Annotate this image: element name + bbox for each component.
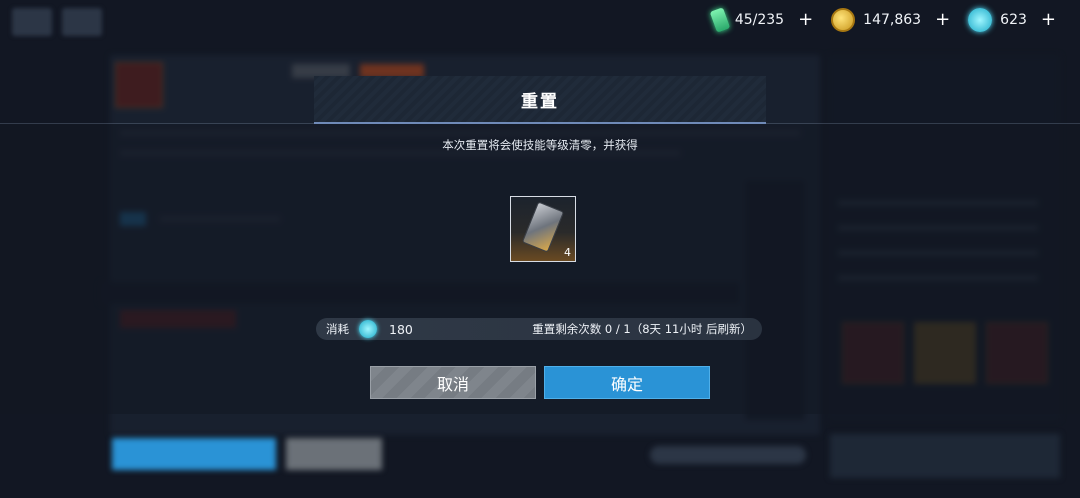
energy-icon — [709, 7, 731, 33]
dialog-description: 本次重置将会使技能等级清零，并获得 — [442, 138, 638, 152]
add-coin-button[interactable]: + — [935, 11, 950, 29]
bottom-action-bar — [0, 418, 1080, 498]
gem-icon — [968, 8, 993, 32]
energy-value: 45/235 — [734, 12, 785, 28]
resource-coin: 147,863 + — [831, 8, 950, 32]
gem-value: 623 — [1000, 12, 1027, 28]
confirm-button[interactable]: 确定 — [544, 366, 710, 399]
coin-value: 147,863 — [863, 12, 922, 28]
bg-currency-pill — [650, 446, 806, 464]
top-left-nav — [12, 8, 102, 36]
reset-remaining-text: 重置剩余次数 0 / 1（8天 11小时 后刷新） — [532, 322, 752, 336]
dialog-title: 重置 — [521, 91, 559, 112]
cost-label: 消耗 — [326, 322, 349, 336]
resource-bar: 45/235 + 147,863 + 623 + — [709, 7, 1056, 33]
reward-item-slot[interactable]: 4 — [510, 196, 576, 262]
cost-bar: 消耗 180 重置剩余次数 0 / 1（8天 11小时 后刷新） — [316, 318, 762, 340]
reward-quantity: 4 — [564, 246, 571, 259]
bg-secondary-button — [286, 438, 382, 470]
add-gem-button[interactable]: + — [1041, 11, 1056, 29]
cancel-button[interactable]: 取消 — [370, 366, 536, 399]
coin-icon — [831, 8, 856, 32]
back-button[interactable] — [12, 8, 52, 36]
reset-dialog-header: 重置 — [314, 76, 766, 124]
add-energy-button[interactable]: + — [798, 11, 813, 29]
resource-energy: 45/235 + — [709, 7, 813, 33]
bg-icon-tray — [830, 434, 1060, 478]
reset-dialog-body — [0, 124, 1080, 414]
resource-gem: 623 + — [968, 8, 1056, 32]
home-button[interactable] — [62, 8, 102, 36]
chip-item-icon — [521, 201, 565, 253]
gem-icon — [359, 320, 377, 338]
cost-amount: 180 — [389, 321, 413, 337]
bg-primary-button — [112, 438, 276, 470]
